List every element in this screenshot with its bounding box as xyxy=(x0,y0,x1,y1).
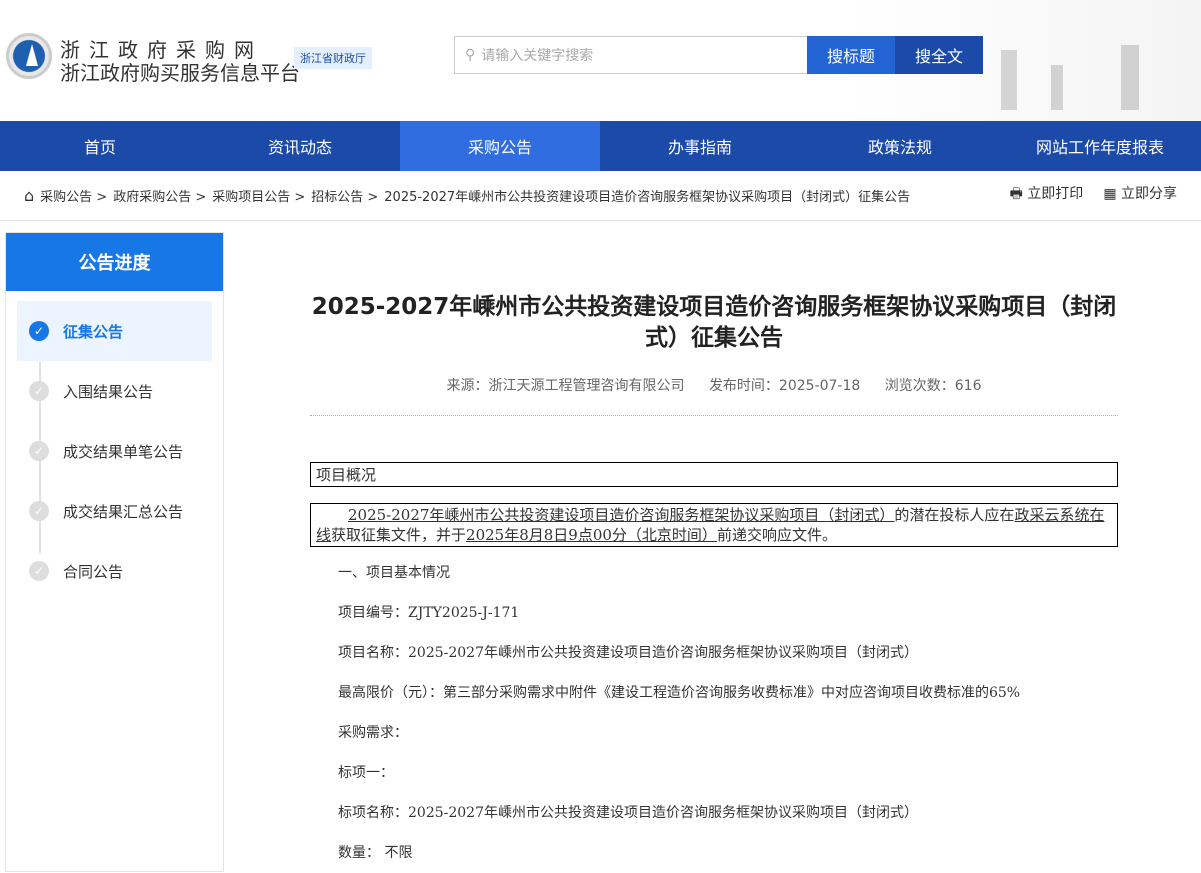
share-label: 立即分享 xyxy=(1121,186,1177,202)
pagoda-decoration-icon xyxy=(981,20,1181,110)
department-badge[interactable]: 浙江省财政厅 xyxy=(294,47,372,69)
breadcrumb-item[interactable]: 政府采购公告 > xyxy=(113,186,206,205)
check-icon: ✓ xyxy=(29,321,49,341)
qrcode-icon: ▦ xyxy=(1103,186,1116,202)
search-placeholder: 请输入关键字搜索 xyxy=(481,45,593,65)
intro-text: 前递交响应文件。 xyxy=(717,526,837,544)
nav-news[interactable]: 资讯动态 xyxy=(200,121,400,171)
breadcrumb-current: 2025-2027年嵊州市公共投资建设项目造价咨询服务框架协议采购项目（封闭式）… xyxy=(384,186,910,205)
max-price: 最高限价（元）：第三部分采购需求中附件《建设工程造价咨询服务收费标准》中对应咨询… xyxy=(338,673,1118,713)
step-label: 征集公告 xyxy=(63,321,123,342)
article-date: 发布时间：2025-07-18 xyxy=(709,378,860,394)
step-label: 合同公告 xyxy=(63,561,123,582)
nav-report[interactable]: 网站工作年度报表 xyxy=(1000,121,1200,171)
search-title-button[interactable]: 搜标题 xyxy=(807,36,895,74)
article-source: 来源：浙江天源工程管理咨询有限公司 xyxy=(446,378,684,394)
step-label: 成交结果汇总公告 xyxy=(63,501,183,522)
article-meta: 来源：浙江天源工程管理咨询有限公司 发布时间：2025-07-18 浏览次数：6… xyxy=(310,375,1118,395)
print-button[interactable]: 🖶 立即打印 xyxy=(1010,183,1084,207)
lot-name: 标项名称：2025-2027年嵊州市公共投资建设项目造价咨询服务框架协议采购项目… xyxy=(338,793,1118,833)
breadcrumb-item[interactable]: 采购项目公告 > xyxy=(212,186,305,205)
check-icon: ✓ xyxy=(29,501,49,521)
project-name: 项目名称：2025-2027年嵊州市公共投资建设项目造价咨询服务框架协议采购项目… xyxy=(338,633,1118,673)
nav-home[interactable]: 首页 xyxy=(0,121,200,171)
project-number: 项目编号：ZJTY2025-J-171 xyxy=(338,593,1118,633)
intro-project: 2025-2027年嵊州市公共投资建设项目造价咨询服务框架协议采购项目（封闭式） xyxy=(348,506,894,524)
step-collection[interactable]: ✓ 征集公告 xyxy=(17,301,212,361)
home-icon[interactable]: ⌂ xyxy=(24,186,34,205)
intro-deadline: 2025年8月8日9点00分（北京时间） xyxy=(466,526,717,544)
print-label: 立即打印 xyxy=(1027,186,1083,202)
share-button[interactable]: ▦ 立即分享 xyxy=(1103,183,1177,207)
breadcrumb-item[interactable]: 招标公告 > xyxy=(311,186,378,205)
article-title: 2025-2027年嵊州市公共投资建设项目造价咨询服务框架协议采购项目（封闭式）… xyxy=(310,292,1118,354)
printer-icon: 🖶 xyxy=(1010,186,1023,202)
step-shortlist[interactable]: ✓ 入围结果公告 xyxy=(6,361,223,421)
main-nav: 首页 资讯动态 采购公告 办事指南 政策法规 网站工作年度报表 xyxy=(0,121,1201,171)
article: 2025-2027年嵊州市公共投资建设项目造价咨询服务框架协议采购项目（封闭式）… xyxy=(310,232,1118,873)
check-icon: ✓ xyxy=(29,441,49,461)
step-label: 成交结果单笔公告 xyxy=(63,441,183,462)
divider xyxy=(310,415,1118,416)
lot-one: 标项一： xyxy=(338,753,1118,793)
step-summary-result[interactable]: ✓ 成交结果汇总公告 xyxy=(6,481,223,541)
nav-guide[interactable]: 办事指南 xyxy=(600,121,800,171)
sidebar-title: 公告进度 xyxy=(6,233,223,291)
step-single-result[interactable]: ✓ 成交结果单笔公告 xyxy=(6,421,223,481)
search-fulltext-button[interactable]: 搜全文 xyxy=(895,36,983,74)
nav-policy[interactable]: 政策法规 xyxy=(800,121,1000,171)
article-views: 浏览次数：616 xyxy=(885,378,982,394)
requirements-label: 采购需求： xyxy=(338,713,1118,753)
check-icon: ✓ xyxy=(29,561,49,581)
breadcrumb-item[interactable]: 采购公告 > xyxy=(40,186,107,205)
site-subtitle: 浙江政府购买服务信息平台 xyxy=(60,57,300,86)
search-input[interactable]: ⚲ 请输入关键字搜索 xyxy=(454,36,808,74)
step-contract[interactable]: ✓ 合同公告 xyxy=(6,541,223,601)
site-logo[interactable] xyxy=(6,33,52,79)
check-icon: ✓ xyxy=(29,381,49,401)
overview-text: 2025-2027年嵊州市公共投资建设项目造价咨询服务框架协议采购项目（封闭式）… xyxy=(310,503,1118,547)
progress-sidebar: 公告进度 ✓ 征集公告 ✓ 入围结果公告 ✓ 成交结果单笔公告 ✓ 成交结果汇总公告 ✓… xyxy=(5,232,224,872)
toolbar: 🖶 立即打印 ▦ 立即分享 xyxy=(1010,183,1177,207)
quantity: 数量： 不限 xyxy=(338,833,1118,873)
search-icon: ⚲ xyxy=(465,47,475,63)
overview-heading: 项目概况 xyxy=(310,462,1118,487)
header: 浙江政府采购网 浙江政府购买服务信息平台 浙江省财政厅 ⚲请输入关键字搜索 搜标… xyxy=(0,0,1201,121)
intro-text: 获取征集文件，并于 xyxy=(331,526,466,544)
nav-procurement[interactable]: 采购公告 xyxy=(400,121,600,171)
step-label: 入围结果公告 xyxy=(63,381,153,402)
section-heading: 一、项目基本情况 xyxy=(338,553,1118,593)
intro-text: 的潜在投标人应在 xyxy=(894,506,1014,524)
